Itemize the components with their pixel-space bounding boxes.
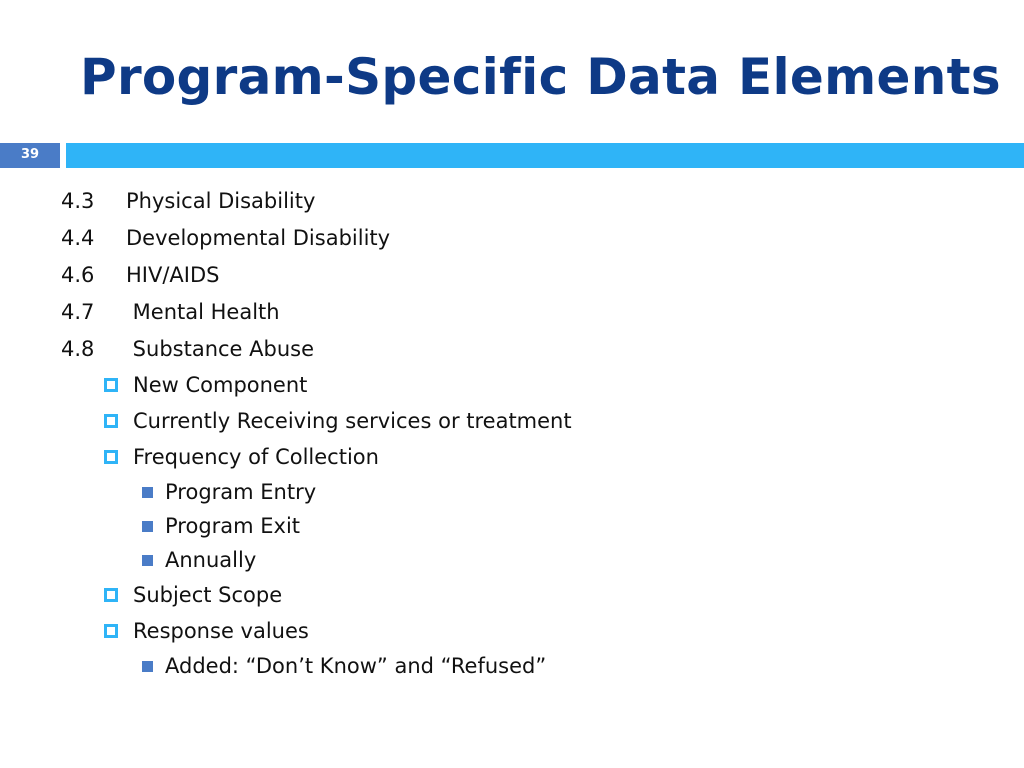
- item-label: Mental Health: [126, 299, 280, 324]
- sub-bullet-item: Program Exit: [61, 509, 572, 543]
- item-label: Substance Abuse: [126, 336, 315, 361]
- list-item: 4.3 Physical Disability: [61, 182, 572, 219]
- item-label: HIV/AIDS: [126, 262, 220, 287]
- filled-square-bullet-icon: [142, 554, 153, 566]
- item-number: 4.4: [61, 225, 95, 250]
- bullet-item: Subject Scope: [61, 577, 572, 613]
- filled-square-bullet-icon: [142, 486, 153, 498]
- item-number: 4.8: [61, 336, 95, 361]
- list-item: 4.6 HIV/AIDS: [61, 256, 572, 293]
- accent-bar: [66, 143, 1024, 168]
- list-item: 4.4 Developmental Disability: [61, 219, 572, 256]
- hollow-square-bullet-icon: [104, 624, 118, 638]
- bullet-label: Subject Scope: [133, 583, 283, 607]
- hollow-square-bullet-icon: [104, 378, 118, 392]
- filled-square-bullet-icon: [142, 660, 153, 672]
- sub-bullet-label: Program Exit: [165, 514, 301, 538]
- item-number: 4.3: [61, 188, 95, 213]
- list-item: 4.7 Mental Health: [61, 293, 572, 330]
- sub-bullet-label: Program Entry: [165, 480, 317, 504]
- sub-bullet-label: Annually: [165, 548, 257, 572]
- sub-bullet-item: Added: “Don’t Know” and “Refused”: [61, 649, 572, 683]
- item-number: 4.6: [61, 262, 95, 287]
- bullet-item: New Component: [61, 367, 572, 403]
- list-item: 4.8 Substance Abuse: [61, 330, 572, 367]
- item-number: 4.7: [61, 299, 95, 324]
- filled-square-bullet-icon: [142, 520, 153, 532]
- bullet-label: Response values: [133, 619, 309, 643]
- hollow-square-bullet-icon: [104, 450, 118, 464]
- bullet-item: Frequency of Collection: [61, 439, 572, 475]
- sub-bullet-item: Annually: [61, 543, 572, 577]
- bullet-label: Frequency of Collection: [133, 445, 379, 469]
- hollow-square-bullet-icon: [104, 414, 118, 428]
- hollow-square-bullet-icon: [104, 588, 118, 602]
- slide-number: 39: [0, 143, 60, 168]
- slide-content: 4.3 Physical Disability 4.4 Developmental …: [61, 182, 572, 683]
- bullet-label: New Component: [133, 373, 308, 397]
- item-label: Physical Disability: [126, 188, 316, 213]
- bullet-item: Currently Receiving services or treatmen…: [61, 403, 572, 439]
- sub-bullet-item: Program Entry: [61, 475, 572, 509]
- bullet-label: Currently Receiving services or treatmen…: [133, 409, 572, 433]
- bullet-item: Response values: [61, 613, 572, 649]
- slide-title: Program-Specific Data Elements: [80, 48, 1001, 106]
- item-label: Developmental Disability: [126, 225, 391, 250]
- sub-bullet-label: Added: “Don’t Know” and “Refused”: [165, 654, 547, 678]
